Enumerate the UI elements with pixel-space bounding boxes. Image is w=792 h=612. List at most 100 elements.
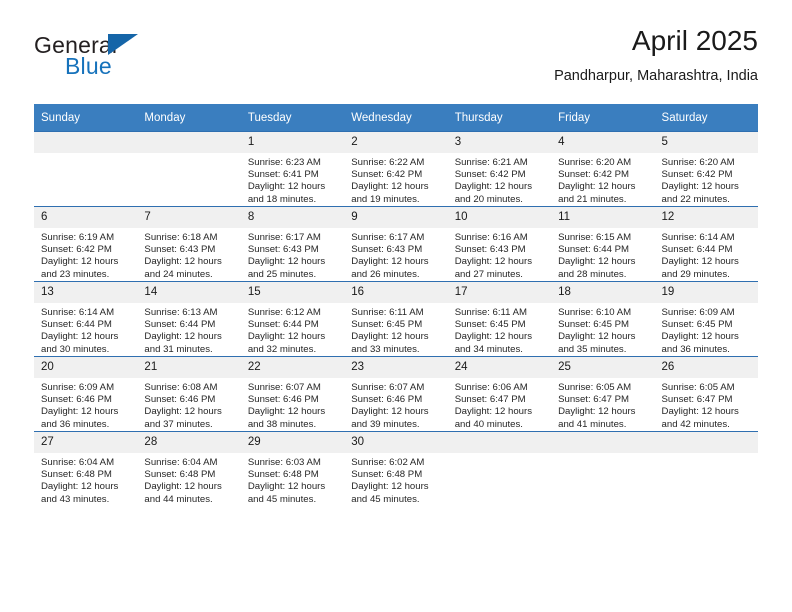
calendar-day-cell[interactable]: 8 Sunrise: 6:17 AM Sunset: 6:43 PM Daylight… (240, 206, 345, 282)
calendar-day-cell[interactable]: 6 Sunrise: 6:19 AM Sunset: 6:42 PM Daylight… (34, 206, 138, 282)
calendar-day-cell[interactable]: 13 Sunrise: 6:14 AM Sunset: 6:44 PM Dayligh… (34, 281, 138, 357)
sunrise-time: Sunrise: 6:17 AM (351, 232, 425, 243)
calendar-day-cell[interactable]: 14 Sunrise: 6:13 AM Sunset: 6:44 PM Dayligh… (137, 281, 241, 357)
calendar-day-cell[interactable]: 7 Sunrise: 6:18 AM Sunset: 6:43 PM Daylight… (137, 206, 241, 282)
day-number: 30 (344, 432, 448, 453)
daylight-duration-line2: and 31 minutes. (144, 343, 213, 355)
day-detail: Sunrise: 6:08 AM Sunset: 6:46 PM Daylight:… (137, 378, 240, 431)
sunset-time: Sunset: 6:45 PM (351, 319, 423, 331)
calendar-day-cell[interactable]: 16 Sunrise: 6:11 AM Sunset: 6:45 PM Dayligh… (344, 281, 448, 357)
day-number: 21 (137, 357, 241, 378)
calendar-day-cell-empty (551, 431, 655, 506)
daylight-duration-line1: Daylight: 12 hours (351, 181, 429, 193)
calendar-day-cell[interactable]: 23 Sunrise: 6:07 AM Sunset: 6:46 PM Dayligh… (344, 356, 448, 432)
calendar-day-cell[interactable]: 11 Sunrise: 6:15 AM Sunset: 6:44 PM Dayligh… (551, 206, 655, 282)
daylight-duration-line1: Daylight: 12 hours (247, 481, 326, 493)
general-blue-logo[interactable]: General Blue (34, 32, 254, 88)
day-number: 19 (654, 282, 758, 303)
calendar-day-cell[interactable]: 18 Sunrise: 6:10 AM Sunset: 6:45 PM Dayligh… (551, 281, 655, 357)
calendar-day-cell[interactable]: 26 Sunrise: 6:05 AM Sunset: 6:47 PM Dayligh… (654, 356, 758, 432)
day-number: 16 (344, 282, 448, 303)
calendar-header-row: Sunday Monday Tuesday Wednesday Thursday… (34, 104, 758, 132)
calendar-day-cell[interactable]: 17 Sunrise: 6:11 AM Sunset: 6:45 PM Dayligh… (447, 281, 552, 357)
day-detail: Sunrise: 6:20 AM Sunset: 6:42 PM Daylight:… (655, 153, 758, 206)
calendar-day-cell[interactable]: 2 Sunrise: 6:22 AM Sunset: 6:42 PM Daylight… (344, 131, 448, 207)
daylight-duration-line2: and 39 minutes. (351, 418, 420, 430)
daylight-duration-line2: and 27 minutes. (454, 268, 523, 280)
calendar-day-cell[interactable]: 12 Sunrise: 6:14 AM Sunset: 6:44 PM Dayligh… (654, 206, 758, 282)
calendar-day-cell[interactable]: 9 Sunrise: 6:17 AM Sunset: 6:43 PM Daylight… (344, 206, 448, 282)
day-number: 11 (551, 207, 655, 228)
day-detail: Sunrise: 6:04 AM Sunset: 6:48 PM Daylight:… (137, 453, 240, 506)
sunset-time: Sunset: 6:44 PM (41, 319, 112, 331)
calendar-day-cell[interactable]: 28 Sunrise: 6:04 AM Sunset: 6:48 PM Dayligh… (137, 431, 241, 506)
daylight-duration-line2: and 20 minutes. (454, 193, 523, 205)
sunrise-time: Sunrise: 6:07 AM (351, 382, 425, 393)
calendar-day-cell[interactable]: 4 Sunrise: 6:20 AM Sunset: 6:42 PM Daylight… (551, 131, 655, 207)
sunrise-time: Sunrise: 6:15 AM (558, 232, 632, 243)
day-detail: Sunrise: 6:03 AM Sunset: 6:48 PM Daylight:… (241, 453, 344, 506)
daylight-duration-line2: and 44 minutes. (144, 493, 213, 505)
daylight-duration-line1: Daylight: 12 hours (41, 256, 119, 268)
daylight-duration-line1: Daylight: 12 hours (247, 181, 326, 193)
calendar-day-cell[interactable]: 27 Sunrise: 6:04 AM Sunset: 6:48 PM Dayligh… (34, 431, 138, 506)
calendar-day-cell[interactable]: 24 Sunrise: 6:06 AM Sunset: 6:47 PM Dayligh… (447, 356, 552, 432)
day-number (654, 432, 758, 453)
sunrise-time: Sunrise: 6:19 AM (41, 232, 115, 243)
daylight-duration-line2: and 42 minutes. (661, 418, 730, 430)
calendar-day-cell[interactable]: 29 Sunrise: 6:03 AM Sunset: 6:48 PM Dayligh… (240, 431, 345, 506)
day-detail: Sunrise: 6:07 AM Sunset: 6:46 PM Daylight:… (241, 378, 344, 431)
calendar-week-row: 20 Sunrise: 6:09 AM Sunset: 6:46 PM Dayligh… (34, 356, 758, 432)
calendar-day-cell[interactable]: 1 Sunrise: 6:23 AM Sunset: 6:41 PM Daylight… (240, 131, 345, 207)
sunrise-sunset-calendar-table: Sunday Monday Tuesday Wednesday Thursday… (34, 104, 758, 506)
calendar-day-cell[interactable]: 21 Sunrise: 6:08 AM Sunset: 6:46 PM Dayligh… (137, 356, 241, 432)
daylight-duration-line1: Daylight: 12 hours (41, 406, 119, 418)
daylight-duration-line2: and 18 minutes. (247, 193, 317, 205)
day-detail: Sunrise: 6:20 AM Sunset: 6:42 PM Daylight:… (551, 153, 654, 206)
daylight-duration-line2: and 19 minutes. (351, 193, 420, 205)
calendar-day-cell-empty (137, 131, 241, 207)
calendar-day-cell[interactable]: 10 Sunrise: 6:16 AM Sunset: 6:43 PM Dayligh… (447, 206, 552, 282)
sunset-time: Sunset: 6:47 PM (558, 394, 630, 406)
day-detail: Sunrise: 6:11 AM Sunset: 6:45 PM Daylight:… (344, 303, 447, 356)
calendar-day-cell[interactable]: 19 Sunrise: 6:09 AM Sunset: 6:45 PM Dayligh… (654, 281, 758, 357)
sunset-time: Sunset: 6:45 PM (661, 319, 733, 331)
daylight-duration-line1: Daylight: 12 hours (454, 181, 533, 193)
sunrise-time: Sunrise: 6:06 AM (454, 382, 528, 393)
day-number: 3 (447, 132, 552, 153)
daylight-duration-line1: Daylight: 12 hours (351, 256, 429, 268)
daylight-duration-line1: Daylight: 12 hours (661, 331, 739, 343)
day-number: 18 (551, 282, 655, 303)
sunrise-time: Sunrise: 6:09 AM (661, 307, 735, 318)
title-block: April 2025 Pandharpur, Maharashtra, Indi… (554, 24, 758, 85)
calendar-day-cell[interactable]: 20 Sunrise: 6:09 AM Sunset: 6:46 PM Dayligh… (34, 356, 138, 432)
day-detail (551, 453, 654, 457)
daylight-duration-line1: Daylight: 12 hours (558, 331, 636, 343)
calendar-day-cell[interactable]: 30 Sunrise: 6:02 AM Sunset: 6:48 PM Dayligh… (344, 431, 448, 506)
day-number: 17 (447, 282, 552, 303)
calendar-day-cell[interactable]: 25 Sunrise: 6:05 AM Sunset: 6:47 PM Dayligh… (551, 356, 655, 432)
calendar-day-cell[interactable]: 5 Sunrise: 6:20 AM Sunset: 6:42 PM Daylight… (654, 131, 758, 207)
day-number (551, 432, 655, 453)
day-detail: Sunrise: 6:12 AM Sunset: 6:44 PM Daylight:… (241, 303, 344, 356)
weekday-header-saturday: Saturday (654, 104, 758, 132)
sunrise-time: Sunrise: 6:23 AM (247, 157, 321, 168)
weekday-header-monday: Monday (137, 104, 241, 132)
calendar-day-cell[interactable]: 22 Sunrise: 6:07 AM Sunset: 6:46 PM Dayligh… (240, 356, 345, 432)
weekday-header-sunday: Sunday (34, 104, 138, 132)
sunrise-time: Sunrise: 6:08 AM (144, 382, 218, 393)
day-detail: Sunrise: 6:14 AM Sunset: 6:44 PM Daylight:… (655, 228, 758, 281)
weekday-header-thursday: Thursday (447, 104, 552, 132)
sunrise-time: Sunrise: 6:02 AM (351, 457, 425, 468)
day-number: 15 (240, 282, 345, 303)
calendar-page: General Blue April 2025 Pandharpur, Maha… (0, 0, 792, 612)
calendar-week-row: 6 Sunrise: 6:19 AM Sunset: 6:42 PM Daylight… (34, 206, 758, 282)
sunrise-time: Sunrise: 6:05 AM (558, 382, 632, 393)
day-detail (655, 453, 758, 457)
calendar-day-cell[interactable]: 15 Sunrise: 6:12 AM Sunset: 6:44 PM Dayligh… (240, 281, 345, 357)
sunrise-time: Sunrise: 6:16 AM (454, 232, 528, 243)
calendar-day-cell[interactable]: 3 Sunrise: 6:21 AM Sunset: 6:42 PM Daylight… (447, 131, 552, 207)
sunset-time: Sunset: 6:42 PM (454, 169, 526, 181)
day-detail (137, 153, 240, 157)
daylight-duration-line1: Daylight: 12 hours (558, 256, 636, 268)
